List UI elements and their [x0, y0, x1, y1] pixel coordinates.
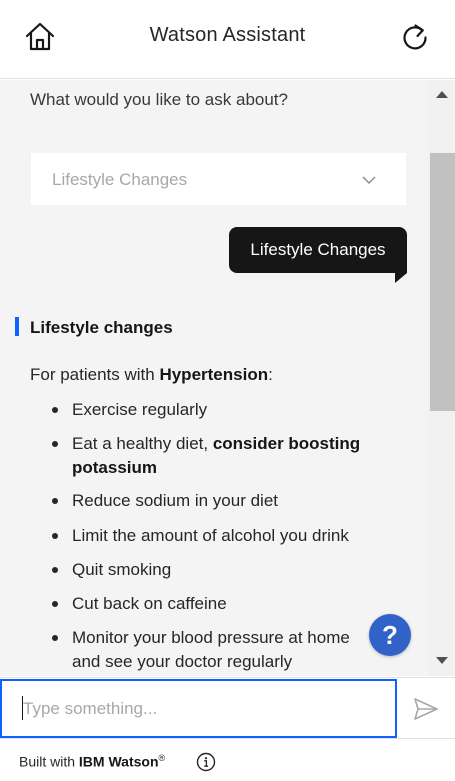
chat-scrollbar[interactable] — [428, 80, 455, 676]
built-with-label: Built with IBM Watson® — [19, 753, 165, 770]
header-title: Watson Assistant — [149, 24, 306, 46]
message-input[interactable] — [0, 679, 397, 738]
bullet — [52, 407, 58, 413]
chevron-down-icon — [361, 172, 377, 188]
user-message-text: Lifestyle Changes — [250, 240, 386, 259]
list-item-continued: and see your doctor regularly — [72, 652, 293, 671]
section-title: Lifestyle changes — [30, 318, 173, 337]
list-item-bold: potassium — [72, 458, 158, 477]
topic-dropdown[interactable]: Lifestyle Changes — [31, 153, 406, 205]
list-item: Exercise regularly — [72, 400, 208, 419]
send-icon[interactable] — [412, 695, 440, 723]
dropdown-selected-value: Lifestyle Changes — [52, 170, 188, 189]
intro-text: For patients with Hypertension: — [30, 365, 273, 385]
list-item: Quit smoking — [72, 560, 172, 579]
scrollbar-thumb[interactable] — [430, 153, 455, 411]
list-item: Reduce sodium in your diet — [72, 491, 279, 510]
list-item: Cut back on caffeine — [72, 594, 227, 613]
list-item-continued: potassium — [72, 456, 157, 480]
footer: Built with IBM Watson® — [0, 738, 455, 781]
intro-suffix: : — [268, 365, 273, 384]
header: Watson Assistant — [0, 0, 455, 79]
list-item: Monitor your blood pressure at home — [72, 628, 350, 647]
bullet — [52, 567, 58, 573]
trademark-symbol: ® — [158, 753, 166, 763]
message-input-bar — [0, 677, 455, 738]
section-accent-bar — [15, 317, 19, 336]
scroll-up-arrow-icon[interactable] — [436, 91, 448, 98]
chat-transcript[interactable]: What would you like to ask about? Lifest… — [0, 80, 428, 676]
intro-prefix: For patients with — [30, 365, 160, 384]
help-button[interactable]: ? — [369, 614, 411, 656]
bullet — [52, 498, 58, 504]
intro-condition: Hypertension — [159, 365, 269, 384]
brand-name: IBM Watson — [78, 753, 159, 770]
scroll-down-arrow-icon[interactable] — [436, 657, 448, 664]
built-with-text: Built with — [19, 753, 79, 770]
list-item-text: Eat a healthy diet, — [72, 434, 213, 453]
list-item: Eat a healthy diet, consider boosting — [72, 432, 360, 456]
assistant-prompt: What would you like to ask about? — [30, 90, 288, 109]
bubble-tail — [395, 273, 407, 283]
bullet — [52, 533, 58, 539]
text-cursor — [22, 696, 23, 720]
bullet — [52, 601, 58, 607]
list-item-bold: consider boosting — [212, 434, 361, 453]
info-icon[interactable] — [196, 752, 216, 772]
bullet — [52, 441, 58, 447]
bullet — [52, 635, 58, 641]
user-message-bubble: Lifestyle Changes — [229, 227, 407, 283]
list-item: Limit the amount of alcohol you drink — [72, 526, 349, 545]
refresh-icon[interactable] — [397, 19, 433, 55]
